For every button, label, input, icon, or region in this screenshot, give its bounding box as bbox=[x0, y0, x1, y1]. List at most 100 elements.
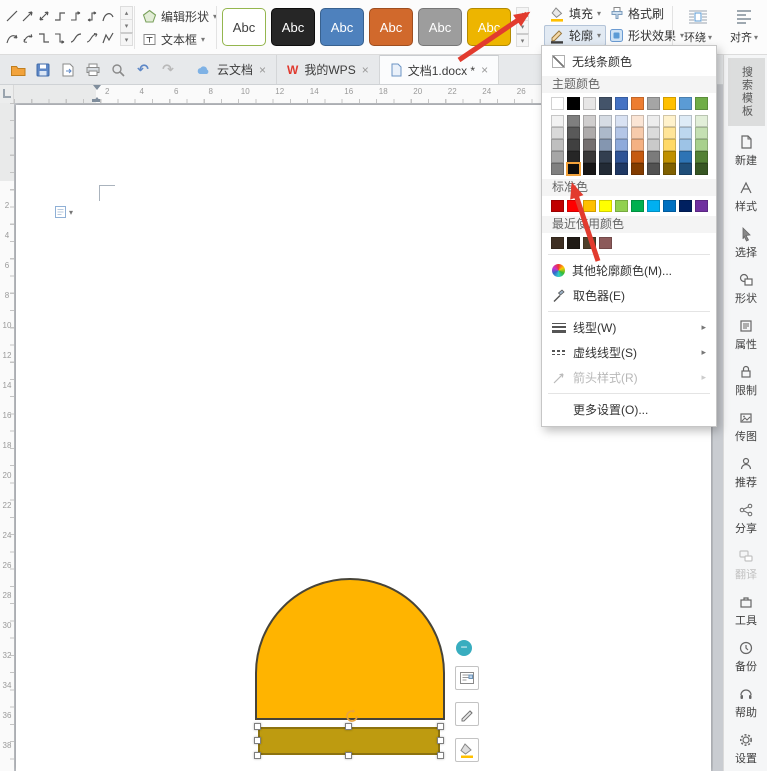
color-swatch[interactable] bbox=[647, 97, 660, 110]
color-swatch[interactable] bbox=[695, 163, 708, 175]
tab-close-icon[interactable]: × bbox=[362, 63, 369, 77]
gallery-scroll-down-icon[interactable]: ▾ bbox=[120, 19, 133, 33]
gallery-scroll-down-icon[interactable]: ▾ bbox=[516, 20, 529, 34]
gallery-scroll-up-icon[interactable]: ▴ bbox=[120, 6, 133, 20]
tab-my-wps[interactable]: W 我的WPS × bbox=[277, 55, 380, 84]
color-swatch[interactable] bbox=[583, 97, 596, 110]
save-icon[interactable] bbox=[34, 61, 52, 79]
collapse-toolbar-button[interactable]: − bbox=[456, 640, 472, 656]
shape-style-preset[interactable]: Abc bbox=[222, 8, 266, 46]
resize-handle[interactable] bbox=[254, 752, 261, 759]
color-swatch[interactable] bbox=[695, 200, 708, 212]
color-swatch[interactable] bbox=[567, 127, 580, 139]
color-swatch[interactable] bbox=[599, 237, 612, 249]
color-swatch[interactable] bbox=[647, 151, 660, 163]
color-swatch[interactable] bbox=[679, 139, 692, 151]
sidebar-item-help[interactable]: 帮助 bbox=[724, 681, 767, 725]
color-swatch[interactable] bbox=[663, 115, 676, 127]
color-swatch[interactable] bbox=[663, 151, 676, 163]
color-swatch[interactable] bbox=[615, 163, 628, 175]
color-swatch[interactable] bbox=[615, 127, 628, 139]
color-swatch[interactable] bbox=[631, 97, 644, 110]
shape-gallery-item[interactable] bbox=[36, 6, 52, 26]
color-swatch[interactable] bbox=[567, 97, 580, 110]
menu-item-eyedropper[interactable]: 取色器(E) bbox=[542, 283, 716, 308]
color-swatch[interactable] bbox=[695, 151, 708, 163]
shape-style-preset[interactable]: Abc bbox=[418, 8, 462, 46]
shape-style-preset[interactable]: Abc bbox=[369, 8, 413, 46]
outline-button[interactable]: 轮廓 ▾ bbox=[544, 25, 607, 46]
color-swatch[interactable] bbox=[551, 163, 564, 175]
wrap-button[interactable]: 环绕 ▾ bbox=[676, 3, 720, 50]
sidebar-item-restrict[interactable]: 限制 bbox=[724, 359, 767, 403]
shape-style-preset[interactable]: Abc bbox=[467, 8, 511, 46]
color-swatch[interactable] bbox=[679, 97, 692, 110]
color-swatch[interactable] bbox=[695, 139, 708, 151]
color-swatch[interactable] bbox=[615, 200, 628, 212]
gallery-more-icon[interactable]: ▾ bbox=[516, 33, 529, 47]
shape-gallery-item[interactable] bbox=[84, 28, 100, 48]
resize-handle[interactable] bbox=[345, 723, 352, 730]
menu-item-more-settings[interactable]: 更多设置(O)... bbox=[542, 397, 716, 422]
color-swatch[interactable] bbox=[679, 115, 692, 127]
sidebar-item-share[interactable]: 分享 bbox=[724, 497, 767, 541]
shape-fill-quick-button[interactable] bbox=[455, 738, 479, 762]
color-swatch[interactable] bbox=[551, 139, 564, 151]
color-swatch[interactable] bbox=[695, 115, 708, 127]
color-swatch[interactable] bbox=[566, 162, 581, 176]
shape-gallery-item[interactable] bbox=[100, 6, 116, 26]
sidebar-item-select[interactable]: 选择 bbox=[724, 221, 767, 265]
fill-button[interactable]: 填充 ▾ bbox=[544, 3, 606, 24]
color-swatch[interactable] bbox=[551, 237, 564, 249]
color-swatch[interactable] bbox=[599, 139, 612, 151]
color-swatch[interactable] bbox=[647, 127, 660, 139]
shape-style-preset[interactable]: Abc bbox=[271, 8, 315, 46]
shape-gallery-item[interactable] bbox=[52, 28, 68, 48]
shape-gallery-item[interactable] bbox=[4, 28, 20, 48]
color-swatch[interactable] bbox=[599, 163, 612, 175]
color-swatch[interactable] bbox=[567, 237, 580, 249]
color-swatch[interactable] bbox=[583, 127, 596, 139]
color-swatch[interactable] bbox=[599, 97, 612, 110]
color-swatch[interactable] bbox=[663, 200, 676, 212]
color-swatch[interactable] bbox=[583, 151, 596, 163]
sidebar-item-backup[interactable]: 备份 bbox=[724, 635, 767, 679]
gallery-scroll-up-icon[interactable]: ▴ bbox=[516, 7, 529, 21]
print-preview-icon[interactable] bbox=[109, 61, 127, 79]
selected-rectangle-shape[interactable] bbox=[254, 723, 444, 759]
open-folder-icon[interactable] bbox=[9, 61, 27, 79]
color-swatch[interactable] bbox=[567, 139, 580, 151]
color-swatch[interactable] bbox=[551, 151, 564, 163]
color-swatch[interactable] bbox=[567, 115, 580, 127]
sidebar-item-recommend[interactable]: 推荐 bbox=[724, 451, 767, 495]
export-icon[interactable] bbox=[59, 61, 77, 79]
color-swatch[interactable] bbox=[663, 139, 676, 151]
tab-document1[interactable]: 文档1.docx * × bbox=[379, 55, 500, 84]
color-swatch[interactable] bbox=[695, 127, 708, 139]
color-swatch[interactable] bbox=[679, 127, 692, 139]
vertical-ruler[interactable]: 246810121416182022242628303234363840 bbox=[0, 103, 14, 771]
menu-item-no-line-color[interactable]: 无线条颜色 bbox=[542, 49, 716, 74]
shape-gallery-item[interactable] bbox=[100, 28, 116, 48]
resize-handle[interactable] bbox=[437, 752, 444, 759]
redo-icon[interactable]: ↷ bbox=[159, 61, 177, 79]
resize-handle[interactable] bbox=[345, 752, 352, 759]
color-swatch[interactable] bbox=[567, 200, 580, 212]
resize-handle[interactable] bbox=[437, 723, 444, 730]
left-indent-marker[interactable] bbox=[92, 99, 101, 102]
color-swatch[interactable] bbox=[599, 127, 612, 139]
color-swatch[interactable] bbox=[551, 97, 564, 110]
color-swatch[interactable] bbox=[583, 237, 596, 249]
color-swatch[interactable] bbox=[631, 139, 644, 151]
color-swatch[interactable] bbox=[567, 151, 580, 163]
layout-options-button[interactable] bbox=[455, 666, 479, 690]
color-swatch[interactable] bbox=[679, 200, 692, 212]
format-painter-button[interactable]: 格式刷 bbox=[604, 3, 669, 24]
resize-handle[interactable] bbox=[254, 723, 261, 730]
color-swatch[interactable] bbox=[615, 151, 628, 163]
sidebar-item-upload-image[interactable]: 传图 bbox=[724, 405, 767, 449]
sidebar-item-styles[interactable]: 样式 bbox=[724, 175, 767, 219]
tab-cloud-docs[interactable]: 云文档 × bbox=[186, 55, 278, 84]
sidebar-item-properties[interactable]: 属性 bbox=[724, 313, 767, 357]
color-swatch[interactable] bbox=[663, 127, 676, 139]
